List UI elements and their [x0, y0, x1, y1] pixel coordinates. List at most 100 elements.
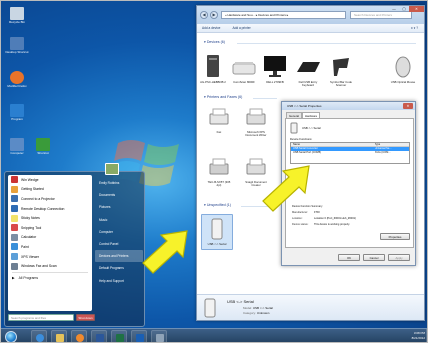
ok-button[interactable]: OK — [338, 254, 360, 261]
dialog-close-button[interactable]: ✕ — [403, 103, 413, 109]
place-music[interactable]: Music — [95, 214, 143, 226]
device-label: Dell USB Entry Keyboard — [298, 80, 318, 88]
place-default-programs[interactable]: Default Programs — [95, 262, 143, 274]
printer-label: Fax — [216, 130, 222, 135]
shortcut-icon — [36, 138, 50, 151]
program-sticky-notes[interactable]: Sticky Notes — [8, 213, 92, 223]
functions-label: Device Functions: — [290, 137, 313, 141]
summary-value: FTDI — [314, 211, 320, 214]
place-devices-printers[interactable]: Devices and Printers — [95, 250, 143, 263]
unspecified-device-usb-serial[interactable]: USB <-> Serial — [201, 214, 233, 251]
column-name[interactable]: Name — [291, 143, 375, 146]
program-getting-started[interactable]: Getting Started — [8, 185, 92, 195]
place-computer[interactable]: Computer — [95, 226, 143, 238]
add-printer-button[interactable]: Add a printer — [232, 26, 250, 30]
annotation-arrow-devices-printers — [142, 230, 188, 274]
start-search-input[interactable]: Search programs and files — [8, 314, 74, 321]
table-row[interactable]: USB Serial Port (COM5) Ports (COM... — [291, 151, 409, 155]
annotation-arrow-usb-serial — [262, 165, 310, 212]
add-device-button[interactable]: Add a device — [202, 26, 220, 30]
taskbar: 3:08 PM 8/21/2012 — [1, 328, 427, 342]
all-programs-label: All Programs — [18, 276, 39, 281]
desktop-icon-label: Desktop Shortcut — [5, 50, 29, 54]
desktop-icon-computer[interactable]: Computer — [4, 138, 30, 156]
media-player-icon — [76, 334, 84, 342]
address-bar[interactable]: « Hardware and Sou... ▸ Devices and Prin… — [221, 11, 346, 19]
program-label: XPS Viewer — [21, 254, 40, 259]
taskbar-explorer-button[interactable] — [51, 330, 67, 342]
place-documents[interactable]: Documents — [95, 189, 143, 201]
group-printers[interactable]: ▾ Printers and Faxes (6) — [204, 95, 242, 99]
desktop-icon-shortcut-2[interactable]: Shortcut — [30, 138, 56, 156]
place-user[interactable]: Emily Robbins — [95, 177, 143, 189]
start-button[interactable] — [5, 331, 17, 342]
device-item[interactable]: Symbol Bar Code Scanner — [327, 54, 355, 88]
device-item[interactable]: USB Optical Mouse — [389, 54, 417, 84]
divider — [237, 43, 416, 44]
taskbar-excel-button[interactable] — [111, 330, 127, 342]
details-label: Category: — [243, 311, 257, 315]
calculator-icon — [11, 233, 18, 241]
system-clock[interactable]: 3:08 PM 8/21/2012 — [412, 331, 425, 341]
cell-type: Ports (COM... — [374, 151, 391, 154]
paint-icon — [11, 243, 18, 251]
view-options-icon[interactable]: ≡ ▾ ? — [411, 26, 418, 30]
taskbar-outlook-button[interactable] — [131, 330, 147, 342]
program-paint[interactable]: Paint — [8, 242, 92, 252]
device-item[interactable]: Dell USB Entry Keyboard — [294, 54, 322, 88]
taskbar-media-button[interactable] — [71, 330, 87, 342]
device-item[interactable]: ConnScan 8000F — [230, 54, 258, 84]
desktop-icon-recycle-bin[interactable]: Recycle Bin — [4, 7, 30, 25]
taskbar-ie-button[interactable] — [31, 330, 47, 342]
minimize-button[interactable]: — — [389, 6, 399, 12]
printer-item[interactable]: Microsoft XPS Document Writer — [242, 108, 270, 138]
program-connect-projector[interactable]: Connect to a Projector — [8, 194, 92, 204]
desktop-icon-label: Recycle Bin — [9, 20, 25, 24]
taskbar-devices-button[interactable] — [151, 330, 167, 342]
cancel-button[interactable]: Cancel — [363, 254, 385, 261]
place-pictures[interactable]: Pictures — [95, 201, 143, 213]
device-item[interactable]: AG-PSC-HEBBOB 2 — [199, 54, 227, 84]
program-xps-viewer[interactable]: XPS Viewer — [8, 252, 92, 262]
usb-device-icon — [290, 122, 298, 134]
taskbar-app-button[interactable] — [91, 330, 107, 342]
group-devices[interactable]: ▾ Devices (6) — [204, 40, 225, 44]
desktop-icon-firefox[interactable]: Mozilla Firefox — [4, 71, 30, 89]
device-item[interactable]: DELL 2709FB — [261, 54, 289, 84]
device-properties-button[interactable]: Properties — [380, 233, 410, 240]
program-fax-scan[interactable]: Windows Fax and Scan — [8, 261, 92, 271]
back-button[interactable]: ◀ — [200, 11, 208, 19]
maximize-button[interactable]: ▢ — [399, 6, 409, 12]
close-button[interactable]: ✕ — [409, 6, 424, 12]
place-help-support[interactable]: Help and Support — [95, 275, 143, 287]
xps-viewer-icon — [11, 253, 18, 261]
firefox-icon — [10, 71, 24, 84]
details-value: Unknown — [256, 311, 270, 315]
printer-item[interactable]: Fax — [205, 108, 233, 134]
group-unspecified[interactable]: ▾ Unspecified (1) — [204, 203, 231, 207]
group-label: Devices (6) — [206, 40, 225, 44]
desktop-icon-program[interactable]: Program — [4, 104, 30, 122]
forward-button[interactable]: ▶ — [210, 11, 218, 19]
shutdown-button[interactable]: Shut down — [76, 314, 95, 321]
apply-button[interactable]: Apply — [388, 254, 410, 261]
search-input[interactable]: Search Devices and Printers — [350, 11, 412, 19]
desktop-icon-label: Shortcut — [37, 151, 49, 155]
all-programs-button[interactable]: ▶ All Programs — [8, 274, 92, 283]
place-control-panel[interactable]: Control Panel — [95, 238, 143, 250]
dialog-title-bar: USB <-> Serial Properties ✕ — [282, 102, 415, 110]
column-type[interactable]: Type — [375, 143, 409, 146]
device-name: USB <-> Serial — [302, 126, 321, 130]
divider — [253, 98, 277, 99]
program-win-wedge[interactable]: Win Wedge — [8, 175, 92, 185]
desktop-icon-label: Computer — [10, 151, 24, 155]
start-menu-places: Emily Robbins Documents Pictures Music C… — [95, 177, 143, 287]
desktop-icon-shortcut[interactable]: Desktop Shortcut — [4, 37, 30, 55]
details-pane: USB <-> Serial Model: USB <-> Serial Cat… — [197, 294, 424, 320]
program-remote-desktop[interactable]: Remote Desktop Connection — [8, 204, 92, 214]
program-label: Remote Desktop Connection — [21, 206, 65, 211]
devices-icon — [156, 334, 164, 342]
printer-item[interactable]: TEC-B-SX5T (305 dpi) — [205, 158, 233, 188]
program-calculator[interactable]: Calculator — [8, 233, 92, 243]
program-snipping-tool[interactable]: Snipping Tool — [8, 223, 92, 233]
